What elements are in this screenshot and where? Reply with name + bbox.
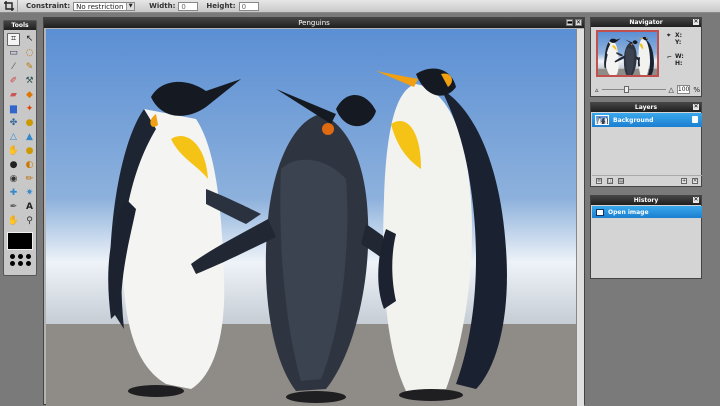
layer-name: Background (613, 116, 654, 124)
minimize-icon[interactable]: ▬ (566, 19, 573, 26)
pencil-icon[interactable]: ✎ (23, 61, 36, 74)
close-icon[interactable]: ✕ (693, 197, 699, 203)
history-item-label: Open image (608, 208, 649, 216)
red-eye-icon[interactable]: ◐ (23, 159, 36, 172)
options-bar: Constraint: No restriction ▼ Width: 0 He… (0, 0, 720, 13)
layers-title: Layers ✕ (591, 103, 701, 112)
tools-grid: ⌗ ↖ ▭ ◌ ⁄ ✎ ✐ ⚒ ▰ ◆ ▆ ✦ ✤ ● △ ▲ ✋ ● ● ◐ … (4, 30, 36, 228)
history-title: History ✕ (591, 196, 701, 205)
layers-panel: Layers ✕ Background ≡ ◫ ▤ + ✕ (590, 102, 702, 187)
canvas-titlebar: Penguins ▬ ✕ (44, 18, 584, 28)
close-icon[interactable]: ✕ (693, 104, 699, 110)
zoom-in-icon[interactable]: △ (669, 86, 674, 94)
color-swatch[interactable] (7, 232, 33, 250)
zoom-input[interactable]: 100 (676, 85, 691, 94)
canvas-title: Penguins (298, 19, 330, 27)
pinch-icon[interactable]: ✏ (23, 173, 36, 186)
tools-title: Tools (4, 21, 36, 30)
canvas-image[interactable] (46, 29, 576, 406)
canvas-window: Penguins ▬ ✕ (43, 17, 585, 406)
layer-row[interactable]: Background (592, 113, 702, 127)
y-label: Y: (675, 39, 682, 46)
constraint-select[interactable]: No restriction ▼ (73, 1, 136, 11)
height-label: Height: (206, 2, 236, 10)
height-input[interactable]: 0 (238, 1, 259, 11)
navigator-title-text: Navigator (629, 19, 663, 26)
delete-layer-icon[interactable]: ✕ (692, 177, 698, 184)
lock-icon[interactable] (692, 116, 698, 123)
width-input[interactable]: 0 (178, 1, 199, 11)
layer-thumbnail (595, 115, 609, 125)
gradient-icon[interactable]: ▆ (7, 103, 20, 116)
layer-style-icon[interactable]: ≡ (596, 177, 602, 184)
constraint-label: Constraint: (26, 2, 71, 10)
fill-bucket-icon[interactable]: ◆ (23, 89, 36, 102)
chevron-down-icon[interactable]: ▼ (126, 2, 135, 10)
history-title-text: History (633, 197, 659, 204)
sharpen-icon[interactable]: △ (7, 131, 20, 144)
layers-footer: ≡ ◫ ▤ + ✕ (592, 175, 702, 185)
brush-icon[interactable]: ✐ (7, 75, 20, 88)
crosshair-icon: ⌖ (667, 32, 671, 39)
sponge-icon[interactable]: ✤ (7, 117, 20, 130)
h-label: H: (675, 60, 683, 67)
pan-icon[interactable]: ✋ (7, 215, 20, 228)
size-icon: ⌐ (667, 54, 673, 61)
navigator-thumbnail[interactable] (596, 30, 659, 77)
move-icon[interactable]: ↖ (23, 33, 36, 46)
tools-panel: Tools ⌗ ↖ ▭ ◌ ⁄ ✎ ✐ ⚒ ▰ ◆ ▆ ✦ ✤ ● △ ▲ ✋ … (3, 20, 37, 276)
text-icon[interactable]: ✷ (23, 187, 36, 200)
blur-icon[interactable]: ▲ (23, 131, 36, 144)
eyedropper-icon[interactable]: ✚ (7, 187, 20, 200)
magnify-icon[interactable]: ⚲ (23, 215, 36, 228)
crop-tool-icon[interactable] (0, 0, 18, 13)
zoom-out-icon[interactable]: ▵ (595, 86, 599, 94)
dodge-icon[interactable]: ● (23, 145, 36, 158)
layer-mask-icon[interactable]: ◫ (607, 177, 613, 184)
color-replace-icon[interactable]: ✦ (23, 103, 36, 116)
zoom-unit: % (693, 85, 701, 94)
close-icon[interactable]: ✕ (693, 19, 699, 25)
constraint-value: No restriction (76, 2, 124, 11)
swatch-options[interactable] (4, 250, 36, 266)
navigator-panel: Navigator ✕ ⌖ X: Y: ⌐ W: H: ▵ △ 100 % (590, 17, 702, 97)
width-label: Width: (149, 2, 176, 10)
wand-icon[interactable]: ⁄ (7, 61, 20, 74)
burn-icon[interactable]: ● (7, 159, 20, 172)
new-layer-icon[interactable]: + (681, 177, 687, 184)
image-icon (596, 208, 604, 216)
eraser-icon[interactable]: ▰ (7, 89, 20, 102)
clone-stamp-icon[interactable]: ⚒ (23, 75, 36, 88)
zoom-icon[interactable]: A (23, 201, 36, 214)
x-label: X: (675, 32, 683, 39)
history-panel: History ✕ Open image (590, 195, 702, 279)
navigator-title: Navigator ✕ (591, 18, 701, 27)
crop-icon[interactable]: ⌗ (7, 33, 20, 46)
zoom-slider[interactable] (601, 86, 666, 93)
zoom-control: ▵ △ 100 % (595, 85, 701, 94)
w-label: W: (675, 53, 684, 60)
drop-icon[interactable]: ● (23, 117, 36, 130)
hand-icon[interactable]: ✒ (7, 201, 20, 214)
close-icon[interactable]: ✕ (575, 19, 582, 26)
history-item[interactable]: Open image (592, 206, 702, 218)
layers-title-text: Layers (634, 104, 658, 111)
smudge-icon[interactable]: ✋ (7, 145, 20, 158)
canvas-scrollbar[interactable] (576, 29, 584, 406)
lasso-icon[interactable]: ◌ (23, 47, 36, 60)
marquee-icon[interactable]: ▭ (7, 47, 20, 60)
layer-folder-icon[interactable]: ▤ (618, 177, 624, 184)
bloat-icon[interactable]: ◉ (7, 173, 20, 186)
